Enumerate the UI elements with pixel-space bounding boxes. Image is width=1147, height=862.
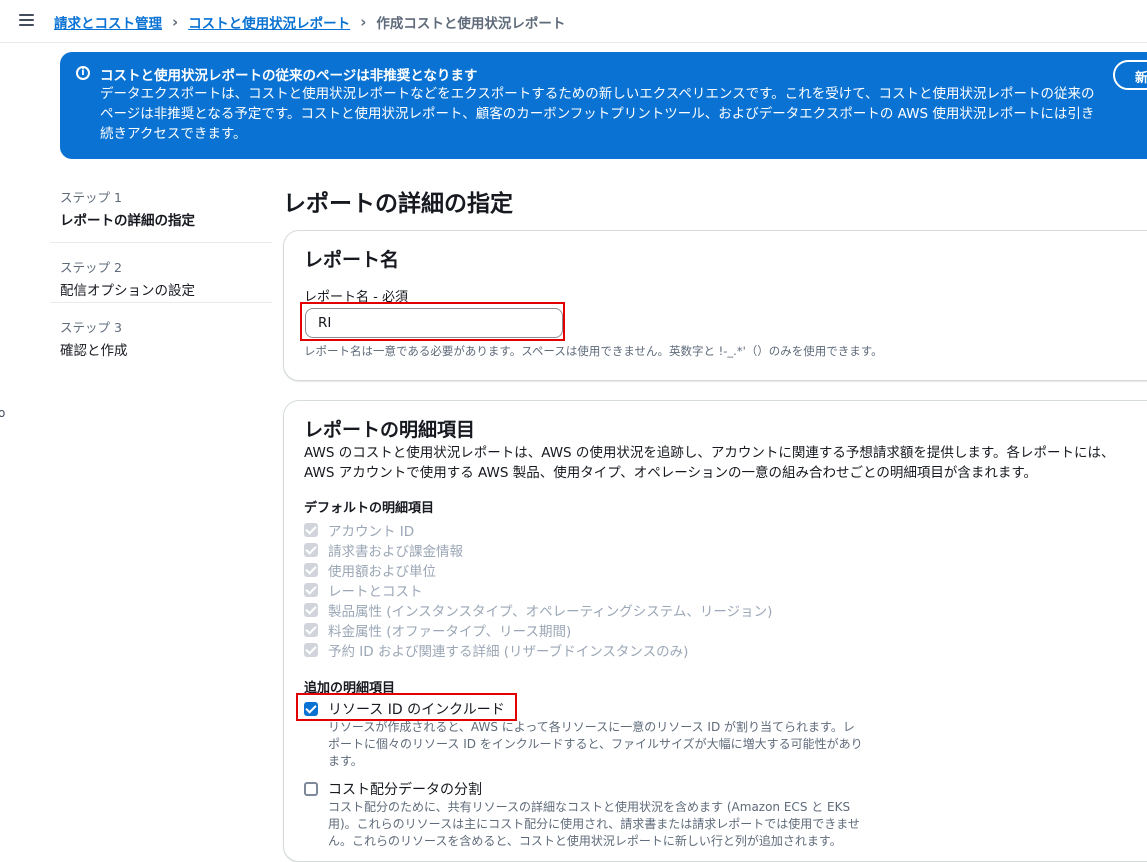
page-title: レポートの詳細の指定 bbox=[283, 191, 513, 217]
breadcrumb-current: 作成コストと使用状況レポート bbox=[376, 16, 566, 32]
option-label: コスト配分データの分割 bbox=[328, 782, 482, 798]
breadcrumb-billing[interactable]: 請求とコスト管理 bbox=[54, 12, 162, 32]
default-item-label: アカウント ID bbox=[328, 524, 415, 540]
line-items-container: レポートの明細項目 AWS のコストと使用状況レポートは、AWS の使用状況を追… bbox=[283, 400, 1147, 862]
flash-body: データエクスポートは、コストと使用状況レポートなどをエクスポートするための新しい… bbox=[100, 86, 1095, 142]
include-resource-id-checkbox[interactable]: リソース ID のインクルード bbox=[304, 699, 864, 719]
checkbox-disabled bbox=[304, 563, 318, 577]
checkbox-disabled bbox=[304, 543, 318, 557]
checkbox-disabled bbox=[304, 643, 318, 657]
list-item: 料金属性 (オファータイプ、リース期間) bbox=[304, 620, 772, 640]
top-bar: 請求とコスト管理 › コストと使用状況レポート › 作成コストと使用状況レポート bbox=[0, 0, 1147, 43]
step-number: ステップ 2 bbox=[60, 260, 122, 275]
split-cost-allocation-checkbox[interactable]: コスト配分データの分割 bbox=[304, 779, 864, 799]
option-label: リソース ID のインクルード bbox=[328, 702, 505, 718]
line-items-heading: レポートの明細項目 bbox=[304, 419, 476, 441]
step-label: レポートの詳細の指定 bbox=[60, 213, 195, 229]
report-name-hint: レポート名は一意である必要があります。スペースは使用できません。英数字と !-_… bbox=[304, 344, 883, 358]
menu-icon[interactable] bbox=[19, 14, 34, 26]
default-items-list: アカウント ID 請求書および課金情報 使用額および単位 レートとコスト 製品属… bbox=[304, 520, 772, 660]
default-item-label: 使用額および単位 bbox=[328, 564, 436, 580]
option-description: リソースが作成されると、AWS によって各リソースに一意のリソース ID が割り… bbox=[328, 720, 863, 768]
include-resource-id-option: リソース ID のインクルード リソースが作成されると、AWS によって各リソー… bbox=[304, 699, 864, 770]
breadcrumb-cur[interactable]: コストと使用状況レポート bbox=[188, 12, 350, 32]
report-name-container: レポート名 レポート名 - 必須 レポート名は一意である必要があります。スペース… bbox=[283, 230, 1147, 381]
step-3[interactable]: ステップ 3 確認と作成 bbox=[50, 303, 272, 363]
split-cost-allocation-option: コスト配分データの分割 コスト配分のために、共有リソースの詳細なコストと使用状況… bbox=[304, 779, 864, 850]
checkbox-disabled bbox=[304, 603, 318, 617]
report-name-input[interactable] bbox=[305, 308, 563, 338]
step-number: ステップ 3 bbox=[60, 320, 122, 335]
list-item: 請求書および課金情報 bbox=[304, 540, 772, 560]
side-mark: o bbox=[0, 406, 6, 420]
report-name-heading: レポート名 bbox=[304, 249, 400, 271]
step-number: ステップ 1 bbox=[60, 190, 122, 205]
wizard-steps: ステップ 1 レポートの詳細の指定 ステップ 2 配信オプションの設定 ステップ… bbox=[50, 183, 272, 363]
list-item: 予約 ID および関連する詳細 (リザーブドインスタンスのみ) bbox=[304, 640, 772, 660]
checkbox-disabled bbox=[304, 523, 318, 537]
list-item: 使用額および単位 bbox=[304, 560, 772, 580]
default-item-label: 予約 ID および関連する詳細 (リザーブドインスタンスのみ) bbox=[328, 644, 689, 660]
default-items-heading: デフォルトの明細項目 bbox=[304, 501, 435, 516]
option-description: コスト配分のために、共有リソースの詳細なコストと使用状況を含めます (Amazo… bbox=[328, 800, 860, 848]
checkbox-checked[interactable] bbox=[304, 702, 318, 716]
list-item: 製品属性 (インスタンスタイプ、オペレーティングシステム、リージョン) bbox=[304, 600, 772, 620]
step-label: 確認と作成 bbox=[60, 343, 128, 359]
default-item-label: レートとコスト bbox=[328, 584, 423, 600]
list-item: レートとコスト bbox=[304, 580, 772, 600]
chevron-right-icon: › bbox=[172, 13, 179, 31]
flash-title: コストと使用状況レポートの従来のページは非推奨となります bbox=[100, 68, 478, 84]
additional-items-heading: 追加の明細項目 bbox=[304, 681, 396, 696]
report-name-label: レポート名 - 必須 bbox=[304, 290, 408, 305]
step-2[interactable]: ステップ 2 配信オプションの設定 bbox=[50, 243, 272, 303]
step-1[interactable]: ステップ 1 レポートの詳細の指定 bbox=[50, 183, 272, 243]
default-item-label: 料金属性 (オファータイプ、リース期間) bbox=[328, 624, 572, 640]
checkbox-unchecked[interactable] bbox=[304, 782, 318, 796]
deprecation-flash-banner: i コストと使用状況レポートの従来のページは非推奨となります データエクスポート… bbox=[60, 52, 1147, 159]
step-label: 配信オプションの設定 bbox=[60, 283, 195, 299]
list-item: アカウント ID bbox=[304, 520, 772, 540]
flash-action-button[interactable]: 新 bbox=[1113, 60, 1147, 90]
line-items-description: AWS のコストと使用状況レポートは、AWS の使用状況を追跡し、アカウントに関… bbox=[304, 445, 1115, 481]
default-item-label: 請求書および課金情報 bbox=[328, 544, 463, 560]
default-item-label: 製品属性 (インスタンスタイプ、オペレーティングシステム、リージョン) bbox=[328, 604, 773, 620]
checkbox-disabled bbox=[304, 583, 318, 597]
info-icon: i bbox=[76, 66, 90, 80]
checkbox-disabled bbox=[304, 623, 318, 637]
breadcrumb: 請求とコスト管理 › コストと使用状況レポート › 作成コストと使用状況レポート bbox=[54, 12, 565, 32]
chevron-right-icon: › bbox=[360, 13, 367, 31]
